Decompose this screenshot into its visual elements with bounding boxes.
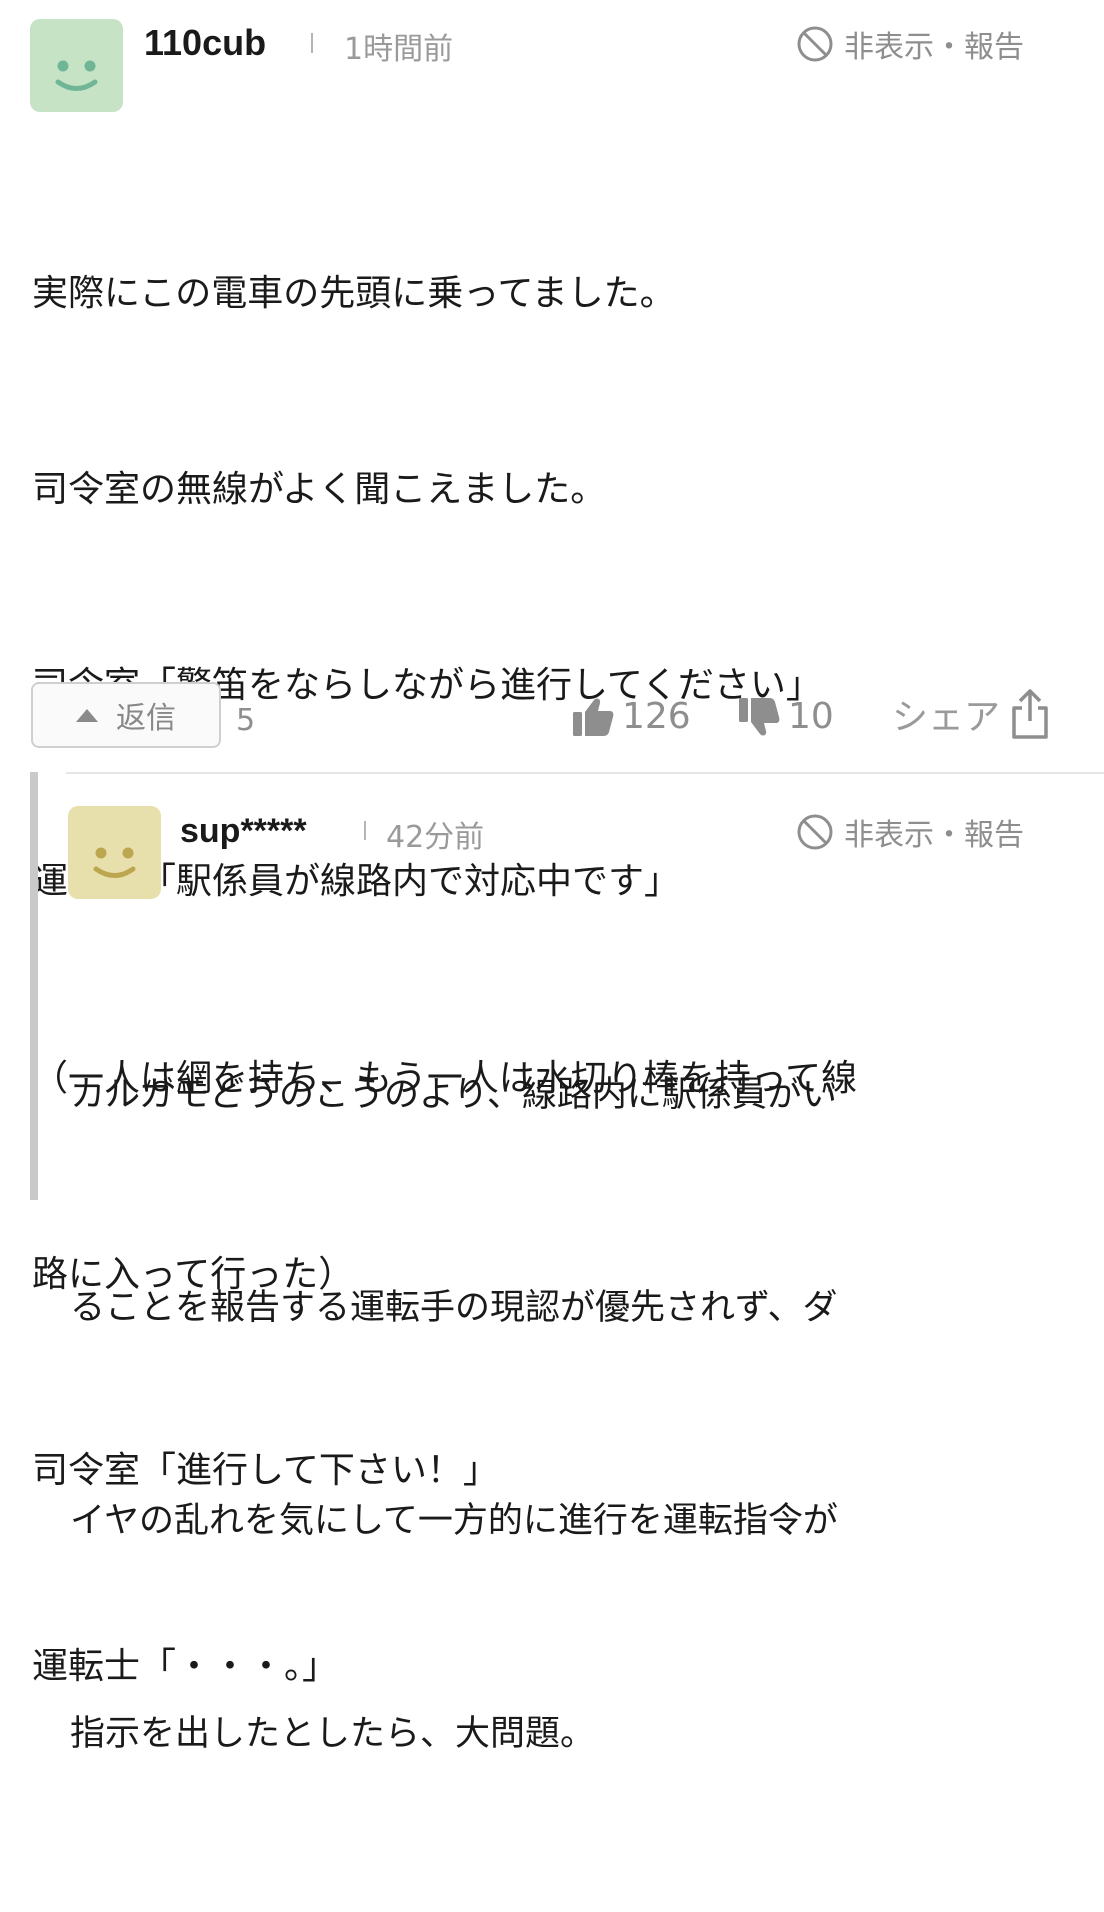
- meta-separator: [364, 821, 366, 840]
- thumbs-up-icon: [573, 698, 614, 736]
- reply-line: カルガモどうのこうのより、線路内に駅係員がい: [70, 1075, 837, 1115]
- reply-button-label: 返信: [116, 701, 176, 736]
- dislike-button[interactable]: 10: [738, 696, 834, 737]
- reply-body: カルガモどうのこうのより、線路内に駅係員がい ることを報告する運転手の現認が優先…: [70, 918, 838, 1912]
- reply-button[interactable]: 返信: [31, 682, 221, 748]
- avatar[interactable]: [30, 19, 123, 112]
- chevron-up-icon: [76, 708, 98, 722]
- avatar[interactable]: [68, 806, 161, 899]
- reply-line: イヤの乱れを気にして一方的に進行を運転指令が: [70, 1501, 838, 1541]
- reply-line: 指示を出したとしたら、大問題。: [70, 1714, 596, 1754]
- smiley-face-icon: [93, 847, 136, 878]
- thumbs-down-icon: [739, 697, 780, 735]
- meta-separator: [311, 33, 313, 53]
- username[interactable]: 110cub: [144, 22, 266, 64]
- share-button[interactable]: シェア: [892, 688, 1050, 740]
- share-label: シェア: [892, 697, 1001, 738]
- username[interactable]: sup*****: [180, 812, 307, 851]
- comment-card: 110cub 1時間前 非表示・報告 実際にこの電車の先頭に乗ってました。 司令…: [0, 0, 1104, 1687]
- smiley-face-icon: [55, 60, 98, 91]
- comment-line: 司令室の無線がよく聞こえました。: [32, 469, 607, 511]
- reply-count: 5: [236, 703, 256, 738]
- timestamp: 1時間前: [344, 32, 454, 67]
- prohibited-icon: [797, 814, 833, 850]
- hide-report-label: 非表示・報告: [844, 30, 1024, 65]
- reply-line: ることを報告する運転手の現認が優先されず、ダ: [70, 1288, 838, 1328]
- like-count: 126: [622, 696, 691, 737]
- timestamp: 42分前: [386, 820, 485, 855]
- reply-card: sup***** 42分前 非表示・報告 カルガモどうのこうのより、線路内に駅係…: [0, 770, 1104, 1754]
- share-icon: [1012, 689, 1048, 739]
- hide-report-button[interactable]: 非表示・報告: [796, 22, 1024, 66]
- comment-line: 実際にこの電車の先頭に乗ってました。: [32, 272, 676, 314]
- dislike-count: 10: [788, 696, 834, 737]
- hide-report-button[interactable]: 非表示・報告: [796, 810, 1024, 854]
- hide-report-label: 非表示・報告: [844, 818, 1024, 853]
- prohibited-icon: [797, 26, 833, 62]
- like-button[interactable]: 126: [572, 696, 691, 737]
